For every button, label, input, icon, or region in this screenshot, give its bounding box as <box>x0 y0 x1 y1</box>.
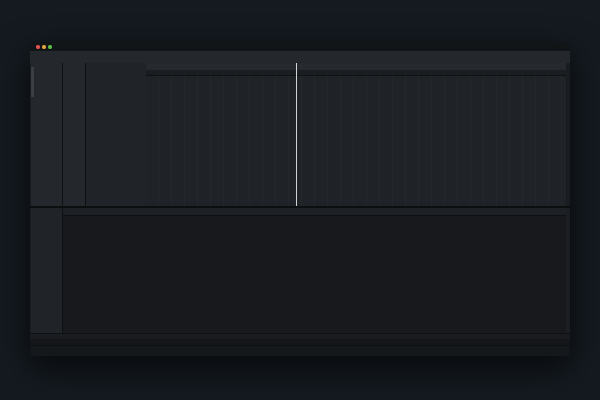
track-list <box>86 63 147 206</box>
cubase-window <box>30 42 570 356</box>
playhead[interactable] <box>296 63 297 206</box>
event-lanes <box>146 75 566 206</box>
maximize-icon[interactable] <box>48 45 52 49</box>
inspector-panel <box>63 63 86 206</box>
channel-strip-meter <box>31 208 63 345</box>
mixconsole <box>63 208 566 333</box>
arrangement-area <box>146 63 566 206</box>
desktop: { "colors":{"teal":"#35b59e","cyan":"#45… <box>0 0 600 400</box>
project-window-body <box>30 63 570 206</box>
minimize-icon[interactable] <box>42 45 46 49</box>
scroll-thumb[interactable] <box>31 67 34 97</box>
channel-tab-panel <box>31 63 63 206</box>
title-bar[interactable] <box>30 42 570 51</box>
close-icon[interactable] <box>36 45 40 49</box>
mixconsole-toolbar <box>63 208 566 216</box>
transport-bar <box>30 345 570 356</box>
